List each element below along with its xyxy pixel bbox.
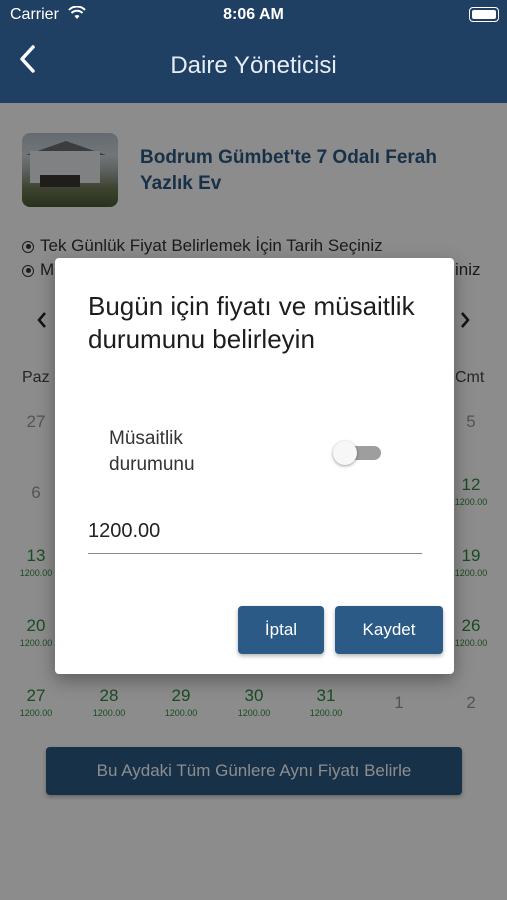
navigation-bar: Daire Yöneticisi <box>0 30 507 103</box>
availability-toggle[interactable] <box>333 441 383 465</box>
save-button[interactable]: Kaydet <box>335 606 443 654</box>
page-title: Daire Yöneticisi <box>170 52 337 79</box>
price-availability-dialog: Bugün için fiyatı ve müsaitlik durumunu … <box>55 258 454 674</box>
availability-label: Müsaitlik durumunu <box>109 428 195 475</box>
cancel-button[interactable]: İptal <box>238 606 324 654</box>
toggle-knob <box>333 441 357 465</box>
price-input[interactable] <box>88 509 422 554</box>
status-bar: Carrier 8:06 AM <box>0 0 507 30</box>
battery-icon <box>469 7 499 22</box>
dialog-title: Bugün için fiyatı ve müsaitlik durumunu … <box>88 291 415 354</box>
status-time: 8:06 AM <box>223 6 284 23</box>
